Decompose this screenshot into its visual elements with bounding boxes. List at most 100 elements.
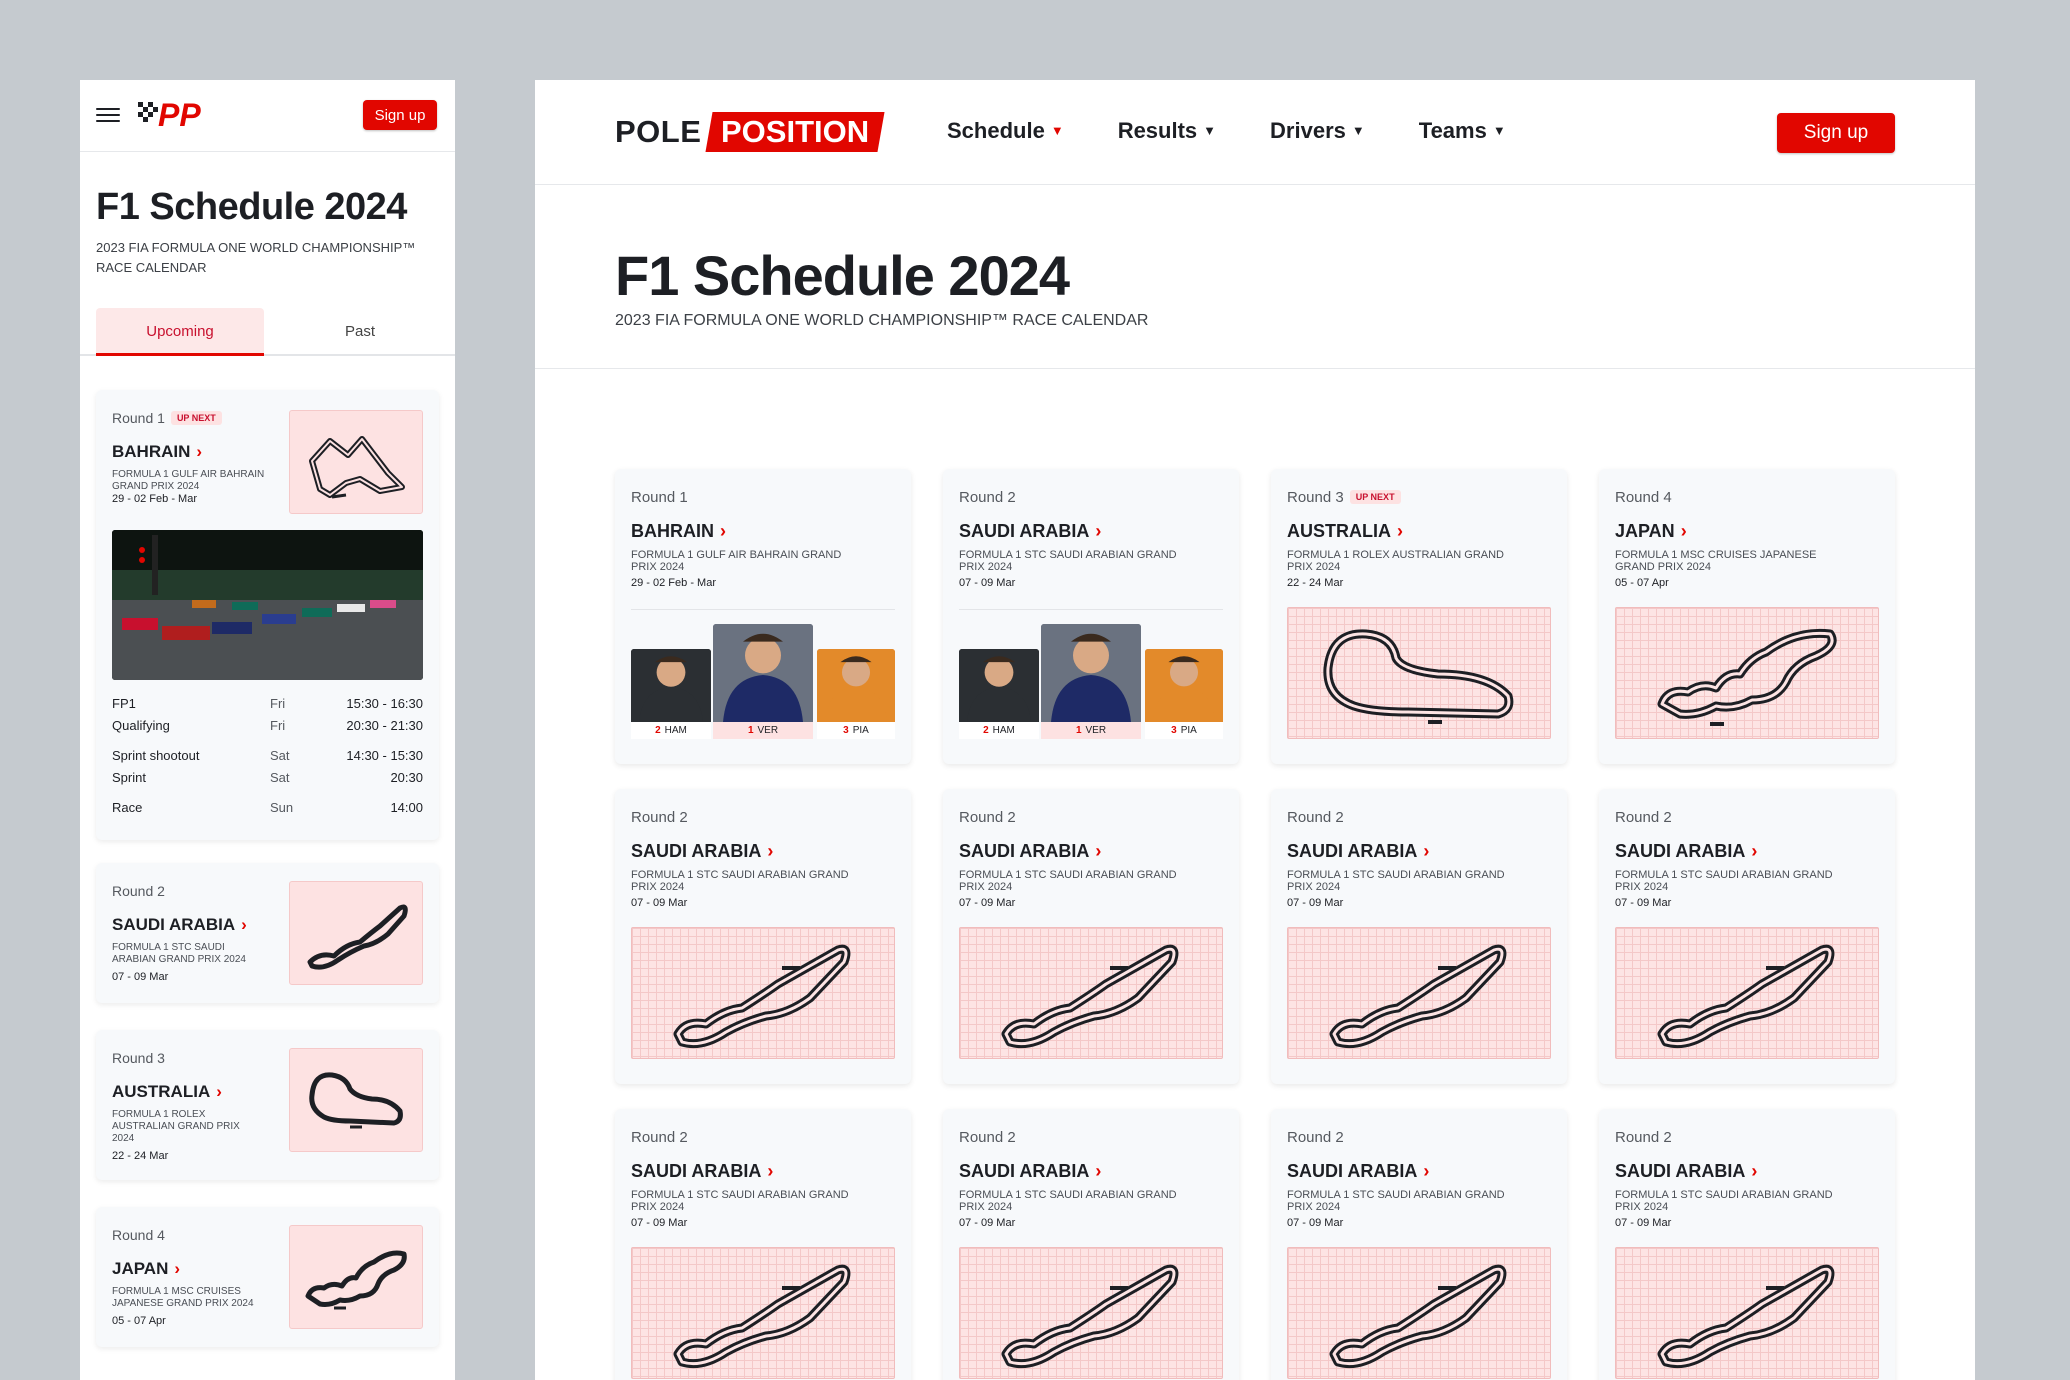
up-next-badge: UP NEXT bbox=[170, 411, 222, 425]
chevron-right-icon: › bbox=[1095, 841, 1102, 861]
main-nav: Schedule ▼ Results ▼ Drivers ▼ Teams ▼ bbox=[947, 118, 1560, 144]
race-country[interactable]: SAUDI ARABIA › bbox=[112, 915, 247, 935]
grand-prix-name: FORMULA 1 GULF AIR BAHRAIN GRAND PRIX 20… bbox=[631, 549, 842, 573]
race-card[interactable]: Round 1 UP NEXT BAHRAIN › FORMULA 1 GULF A… bbox=[96, 390, 439, 840]
race-country[interactable]: SAUDI ARABIA › bbox=[1615, 841, 1757, 862]
race-card[interactable]: Round 3 UP NEXT AUSTRALIA › FORMULA 1 ROLE… bbox=[1271, 469, 1567, 764]
track-map bbox=[289, 1225, 423, 1329]
race-country[interactable]: SAUDI ARABIA › bbox=[1287, 841, 1429, 862]
nav-results[interactable]: Results ▼ bbox=[1118, 118, 1216, 144]
track-map bbox=[631, 1247, 895, 1379]
round-label: Round 2 bbox=[631, 1129, 688, 1146]
race-card[interactable]: Round 4 JAPAN › FORMULA 1 MSC CRUISES JAP… bbox=[96, 1207, 439, 1347]
round-label: Round 3 UP NEXT bbox=[1287, 489, 1401, 506]
grand-prix-name: FORMULA 1 MSC CRUISES JAPANESE GRAND PRI… bbox=[1615, 549, 1817, 573]
round-label: Round 4 bbox=[112, 1227, 165, 1243]
race-card[interactable]: Round 2 SAUDI ARABIA › FORMULA 1 STC SAUD… bbox=[1271, 1109, 1567, 1380]
round-label: Round 1 UP NEXT bbox=[112, 410, 222, 426]
saudi-track-icon bbox=[1329, 1264, 1507, 1369]
driver-result: 1 VER bbox=[713, 722, 813, 739]
schedule-tabs: Upcoming Past bbox=[80, 308, 455, 356]
australia-track-icon bbox=[1323, 629, 1514, 724]
track-map bbox=[289, 1048, 423, 1152]
pp-logo[interactable]: PP bbox=[136, 98, 212, 132]
round-label: Round 2 bbox=[112, 883, 165, 899]
race-country[interactable]: SAUDI ARABIA › bbox=[959, 521, 1101, 542]
driver-card[interactable]: 1 VER bbox=[713, 624, 813, 739]
tab-upcoming[interactable]: Upcoming bbox=[96, 308, 264, 356]
driver-card[interactable]: 3 PIA bbox=[817, 649, 895, 739]
grand-prix-name: FORMULA 1 ROLEX AUSTRALIAN GRAND PRIX 20… bbox=[1287, 549, 1504, 573]
race-country[interactable]: JAPAN › bbox=[112, 1259, 180, 1279]
race-country[interactable]: BAHRAIN › bbox=[631, 521, 726, 542]
grand-prix-name: FORMULA 1 STC SAUDI ARABIAN GRAND PRIX 2… bbox=[631, 869, 849, 893]
page-title: F1 Schedule 2024 bbox=[615, 244, 1070, 307]
driver-card[interactable]: 2 HAM bbox=[959, 649, 1039, 739]
nav-drivers[interactable]: Drivers ▼ bbox=[1270, 118, 1365, 144]
race-card[interactable]: Round 2 SAUDI ARABIA › FORMULA 1 STC SAUD… bbox=[96, 863, 439, 1003]
track-map bbox=[1287, 927, 1551, 1059]
round-label: Round 2 bbox=[959, 809, 1016, 826]
saudi-track-icon bbox=[1657, 1264, 1835, 1369]
race-card[interactable]: Round 1 BAHRAIN › FORMULA 1 GULF AIR BAHR… bbox=[615, 469, 911, 764]
pole-position-logo[interactable]: POLE POSITION bbox=[615, 112, 886, 152]
chevron-right-icon: › bbox=[1095, 1161, 1102, 1181]
grand-prix-name: FORMULA 1 GULF AIR BAHRAIN GRAND PRIX 20… bbox=[112, 469, 265, 492]
driver-card[interactable]: 1 VER bbox=[1041, 624, 1141, 739]
race-card[interactable]: Round 2 SAUDI ARABIA › FORMULA 1 STC SAUD… bbox=[1599, 1109, 1895, 1380]
race-country[interactable]: AUSTRALIA › bbox=[1287, 521, 1403, 542]
signup-button[interactable]: Sign up bbox=[1777, 113, 1895, 153]
grand-prix-name: FORMULA 1 STC SAUDI ARABIAN GRAND PRIX 2… bbox=[112, 942, 246, 965]
race-card[interactable]: Round 3 AUSTRALIA › FORMULA 1 ROLEX AUSTR… bbox=[96, 1030, 439, 1180]
saudi-track-icon bbox=[1657, 944, 1835, 1049]
race-date: 29 - 02 Feb - Mar bbox=[112, 493, 197, 505]
race-card[interactable]: Round 2 SAUDI ARABIA › FORMULA 1 STC SAUD… bbox=[943, 469, 1239, 764]
race-date: 07 - 09 Mar bbox=[959, 577, 1016, 589]
chevron-right-icon: › bbox=[216, 1082, 222, 1101]
race-country[interactable]: SAUDI ARABIA › bbox=[631, 841, 773, 862]
track-map bbox=[1615, 1247, 1879, 1379]
race-date: 07 - 09 Mar bbox=[1287, 1217, 1344, 1229]
race-country[interactable]: BAHRAIN › bbox=[112, 442, 202, 462]
round-label: Round 2 bbox=[959, 489, 1016, 506]
nav-teams[interactable]: Teams ▼ bbox=[1419, 118, 1506, 144]
signup-button[interactable]: Sign up bbox=[363, 100, 437, 130]
race-country[interactable]: SAUDI ARABIA › bbox=[959, 1161, 1101, 1182]
chevron-right-icon: › bbox=[767, 841, 774, 861]
nav-schedule[interactable]: Schedule ▼ bbox=[947, 118, 1064, 144]
race-country[interactable]: SAUDI ARABIA › bbox=[631, 1161, 773, 1182]
driver-card[interactable]: 3 PIA bbox=[1145, 649, 1223, 739]
track-map bbox=[1287, 1247, 1551, 1379]
round-label: Round 4 bbox=[1615, 489, 1672, 506]
race-card[interactable]: Round 2 SAUDI ARABIA › FORMULA 1 STC SAUD… bbox=[943, 789, 1239, 1084]
race-country[interactable]: AUSTRALIA › bbox=[112, 1082, 222, 1102]
race-card[interactable]: Round 2 SAUDI ARABIA › FORMULA 1 STC SAUD… bbox=[615, 789, 911, 1084]
tab-past[interactable]: Past bbox=[280, 308, 440, 356]
race-country[interactable]: JAPAN › bbox=[1615, 521, 1687, 542]
page-subtitle: 2023 FIA FORMULA ONE WORLD CHAMPIONSHIP™… bbox=[96, 240, 416, 275]
chevron-down-icon: ▼ bbox=[1492, 123, 1506, 138]
grand-prix-name: FORMULA 1 STC SAUDI ARABIAN GRAND PRIX 2… bbox=[959, 549, 1177, 573]
chevron-right-icon: › bbox=[1397, 521, 1403, 541]
driver-result: 3 PIA bbox=[1145, 722, 1223, 739]
hamburger-icon[interactable] bbox=[96, 108, 120, 122]
race-country[interactable]: SAUDI ARABIA › bbox=[1287, 1161, 1429, 1182]
race-country[interactable]: SAUDI ARABIA › bbox=[959, 841, 1101, 862]
bahrain-track-icon bbox=[309, 436, 405, 499]
driver-card[interactable]: 2 HAM bbox=[631, 649, 711, 739]
race-date: 29 - 02 Feb - Mar bbox=[631, 577, 716, 589]
chevron-right-icon: › bbox=[1680, 521, 1687, 541]
chevron-right-icon: › bbox=[1751, 841, 1758, 861]
race-country[interactable]: SAUDI ARABIA › bbox=[1615, 1161, 1757, 1182]
race-card[interactable]: Round 2 SAUDI ARABIA › FORMULA 1 STC SAUD… bbox=[943, 1109, 1239, 1380]
driver-result: 2 HAM bbox=[959, 722, 1039, 739]
round-label: Round 3 bbox=[112, 1050, 165, 1066]
race-card[interactable]: Round 2 SAUDI ARABIA › FORMULA 1 STC SAUD… bbox=[1271, 789, 1567, 1084]
race-card[interactable]: Round 4 JAPAN › FORMULA 1 MSC CRUISES JAP… bbox=[1599, 469, 1895, 764]
race-card[interactable]: Round 2 SAUDI ARABIA › FORMULA 1 STC SAUD… bbox=[1599, 789, 1895, 1084]
race-card[interactable]: Round 2 SAUDI ARABIA › FORMULA 1 STC SAUD… bbox=[615, 1109, 911, 1380]
chevron-right-icon: › bbox=[174, 1259, 181, 1278]
chevron-down-icon: ▼ bbox=[1351, 123, 1365, 138]
round-label: Round 2 bbox=[631, 809, 688, 826]
race-date: 07 - 09 Mar bbox=[1615, 897, 1672, 909]
